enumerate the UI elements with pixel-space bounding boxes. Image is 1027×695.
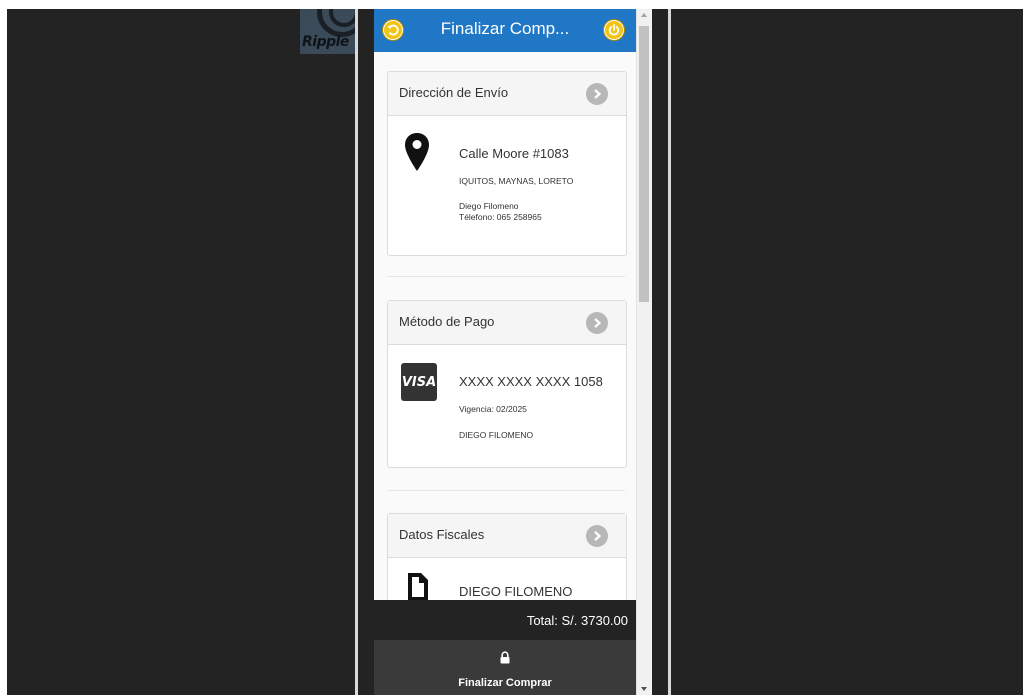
fiscal-card: Datos Fiscales DIEGO FILOMENO bbox=[387, 513, 627, 600]
card-number: XXXX XXXX XXXX 1058 bbox=[459, 374, 603, 389]
lock-icon bbox=[500, 651, 510, 664]
power-button[interactable] bbox=[603, 19, 625, 41]
shipping-address: Calle Moore #1083 bbox=[459, 146, 569, 161]
chevron-right-icon bbox=[594, 318, 602, 328]
fiscal-edit-button[interactable] bbox=[586, 525, 608, 547]
chevron-right-icon bbox=[594, 89, 602, 99]
card-expiry: Vigencia: 02/2025 bbox=[459, 404, 527, 414]
shipping-heading: Dirección de Envío bbox=[399, 85, 509, 100]
scroll-content[interactable]: Dirección de Envío Calle Moore #1083 IQU… bbox=[374, 52, 636, 600]
fiscal-heading: Datos Fiscales bbox=[399, 527, 485, 542]
shipping-edit-button[interactable] bbox=[586, 83, 608, 105]
fiscal-card-header[interactable]: Datos Fiscales bbox=[388, 514, 626, 558]
page-title: Finalizar Comp... bbox=[440, 19, 570, 38]
scroll-down-arrow[interactable] bbox=[641, 687, 647, 691]
power-icon bbox=[608, 24, 620, 36]
map-pin-icon bbox=[405, 133, 429, 171]
payment-card-header[interactable]: Método de Pago bbox=[388, 301, 626, 345]
visa-icon: VISA bbox=[401, 363, 437, 401]
checkout-button[interactable]: Finalizar Comprar bbox=[374, 640, 636, 695]
scrollbar[interactable] bbox=[636, 9, 652, 695]
shipping-card-header[interactable]: Dirección de Envío bbox=[388, 72, 626, 116]
section-divider bbox=[387, 276, 625, 277]
total-bar: Total: S/. 3730.00 bbox=[374, 600, 636, 640]
app-header: Finalizar Comp... bbox=[374, 9, 636, 52]
ripple-logo: Ripple bbox=[300, 9, 355, 54]
scroll-up-arrow[interactable] bbox=[641, 13, 647, 17]
device-frame-left bbox=[355, 9, 358, 695]
shipping-region: IQUITOS, MAYNAS, LORETO bbox=[459, 176, 574, 186]
visa-icon-text: VISA bbox=[401, 374, 437, 390]
card-holder: DIEGO FILOMENO bbox=[459, 430, 534, 440]
device-frame-right bbox=[668, 9, 671, 695]
shipping-phone: Télefono: 065 258965 bbox=[459, 212, 542, 222]
shipping-name: Diego Filomeno bbox=[459, 201, 519, 211]
scrollbar-thumb[interactable] bbox=[639, 26, 649, 302]
payment-edit-button[interactable] bbox=[586, 312, 608, 334]
document-icon bbox=[408, 573, 428, 600]
ripple-logo-text: Ripple bbox=[302, 34, 349, 50]
section-divider bbox=[387, 490, 625, 491]
shipping-card: Dirección de Envío Calle Moore #1083 IQU… bbox=[387, 71, 627, 256]
fiscal-name: DIEGO FILOMENO bbox=[459, 584, 573, 599]
order-total: Total: S/. 3730.00 bbox=[526, 613, 628, 628]
payment-heading: Método de Pago bbox=[399, 314, 495, 329]
checkout-label: Finalizar Comprar bbox=[458, 677, 552, 689]
chevron-right-icon bbox=[594, 531, 602, 541]
phone-screen: Finalizar Comp... Dirección de Envío Cal… bbox=[374, 9, 636, 695]
payment-card: Método de Pago VISA XXXX XXXX XXXX 1058 … bbox=[387, 300, 627, 468]
